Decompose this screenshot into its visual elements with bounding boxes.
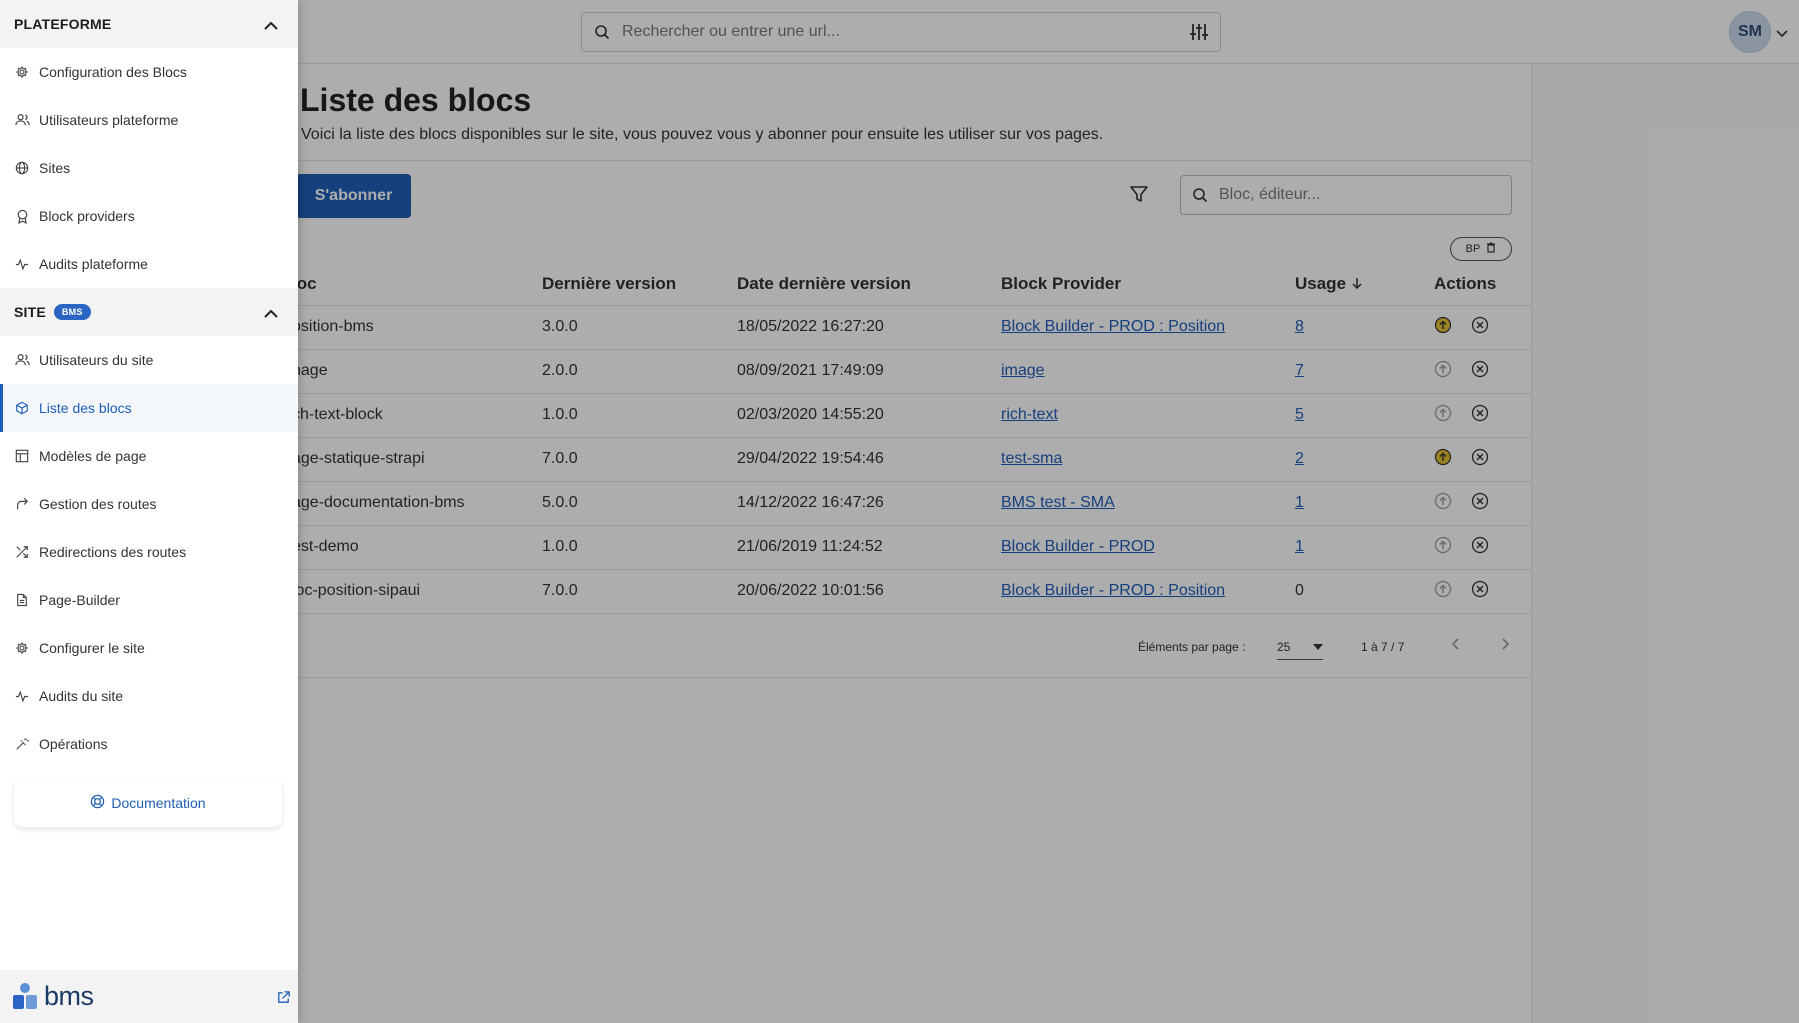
section-header-site[interactable]: SITE BMS xyxy=(0,288,298,336)
sidebar-item-label: Audits du site xyxy=(39,688,124,704)
shuffle-icon xyxy=(14,544,30,560)
sidebar-item-sites[interactable]: Sites xyxy=(0,144,298,192)
lifebuoy-icon xyxy=(90,794,105,812)
users-icon xyxy=(14,112,30,128)
chevron-up-icon[interactable] xyxy=(264,17,278,33)
sidebar-item-label: Modèles de page xyxy=(39,448,147,464)
section-title-platform: PLATEFORME xyxy=(14,16,112,32)
documentation-button[interactable]: Documentation xyxy=(14,779,282,827)
section-title-site: SITE xyxy=(14,304,46,320)
sidebar-item-label: Block providers xyxy=(39,208,135,224)
users-icon xyxy=(14,352,30,368)
site-badge: BMS xyxy=(53,304,91,320)
activity-icon xyxy=(14,256,30,272)
sidebar-item-modeles-de-page[interactable]: Modèles de page xyxy=(0,432,298,480)
sidebar-item-label: Liste des blocs xyxy=(39,400,132,416)
sidebar-item-page-builder[interactable]: Page-Builder xyxy=(0,576,298,624)
route-icon xyxy=(14,496,30,512)
sidebar-item-label: Sites xyxy=(39,160,71,176)
sidebar-item-audits-du-site[interactable]: Audits du site xyxy=(0,672,298,720)
logo-text: bms xyxy=(44,981,94,1011)
sidebar-item-label: Opérations xyxy=(39,736,108,752)
cube-icon xyxy=(14,400,30,416)
sidebar-item-block-providers[interactable]: Block providers xyxy=(0,192,298,240)
documentation-label: Documentation xyxy=(111,795,206,811)
activity-icon xyxy=(14,688,30,704)
sidebar-item-liste-des-blocs[interactable]: Liste des blocs xyxy=(0,384,298,432)
globe-icon xyxy=(14,160,30,176)
bms-logo[interactable]: bms xyxy=(12,982,94,1010)
sidebar-item-utilisateurs-plateforme[interactable]: Utilisateurs plateforme xyxy=(0,96,298,144)
sidebar-drawer: PLATEFORME Configuration des Blocs Utilis… xyxy=(0,0,298,1023)
sidebar-item-operations[interactable]: Opérations xyxy=(0,720,298,768)
site-nav: Utilisateurs du site Liste des blocs Modèl… xyxy=(0,336,298,768)
sidebar-item-label: Page-Builder xyxy=(39,592,120,608)
sidebar-item-gestion-des-routes[interactable]: Gestion des routes xyxy=(0,480,298,528)
wand-icon xyxy=(14,736,30,752)
sidebar-item-label: Audits plateforme xyxy=(39,256,148,272)
sidebar-item-audits-plateforme[interactable]: Audits plateforme xyxy=(0,240,298,288)
sidebar-item-label: Configurer le site xyxy=(39,640,145,656)
sidebar-item-label: Utilisateurs du site xyxy=(39,352,154,368)
layout-icon xyxy=(14,448,30,464)
platform-nav: Configuration des Blocs Utilisateurs plat… xyxy=(0,48,298,288)
award-icon xyxy=(14,208,30,224)
bms-logo-icon xyxy=(13,983,37,1009)
gear-icon xyxy=(14,640,30,656)
sidebar-item-utilisateurs-du-site[interactable]: Utilisateurs du site xyxy=(0,336,298,384)
external-link-icon[interactable] xyxy=(276,990,291,1010)
sidebar-item-configurer-le-site[interactable]: Configurer le site xyxy=(0,624,298,672)
sidebar-item-label: Gestion des routes xyxy=(39,496,157,512)
drawer-footer: bms xyxy=(0,970,298,1023)
sidebar-item-label: Utilisateurs plateforme xyxy=(39,112,179,128)
sidebar-item-label: Redirections des routes xyxy=(39,544,187,560)
gear-icon xyxy=(14,64,30,80)
file-icon xyxy=(14,592,30,608)
chevron-up-icon[interactable] xyxy=(264,305,278,321)
section-header-platform[interactable]: PLATEFORME xyxy=(0,0,298,48)
sidebar-item-redirections-des-routes[interactable]: Redirections des routes xyxy=(0,528,298,576)
sidebar-item-label: Configuration des Blocs xyxy=(39,64,187,80)
sidebar-item-configuration-des-blocs[interactable]: Configuration des Blocs xyxy=(0,48,298,96)
